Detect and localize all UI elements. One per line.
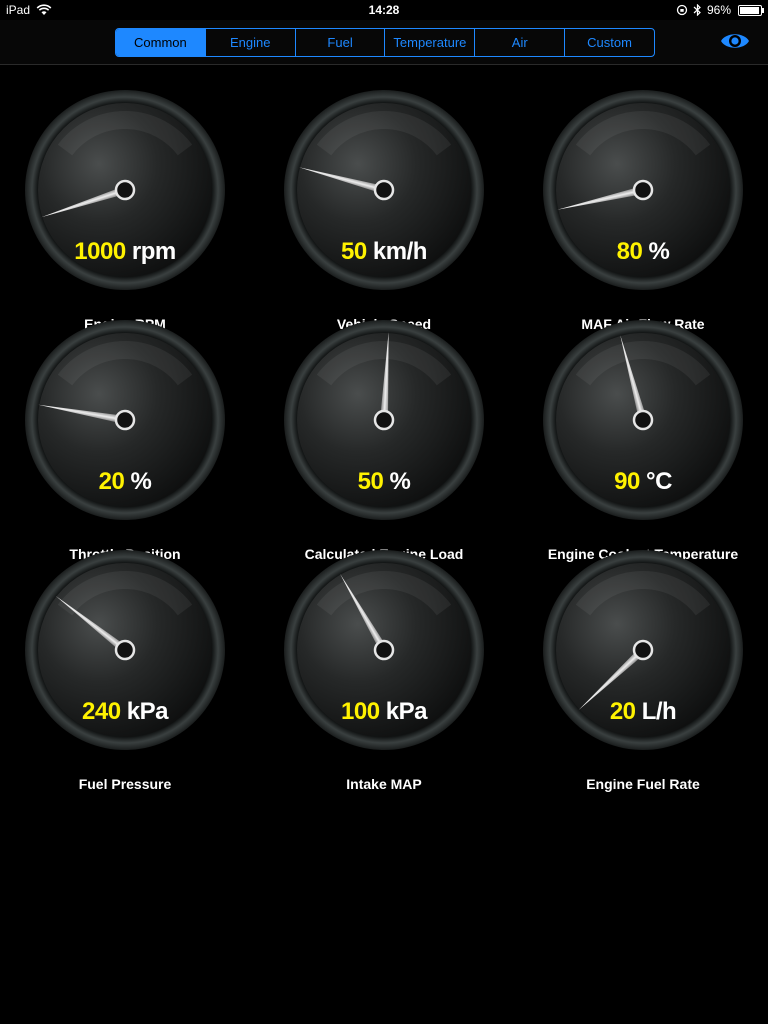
gauge-unit: % bbox=[648, 238, 670, 265]
bluetooth-icon bbox=[693, 4, 701, 16]
gauge-maf-air-flow-rate[interactable]: 80 %MAF Air Flow Rate bbox=[533, 90, 753, 332]
gauge-readout: 20 L/h bbox=[533, 698, 753, 726]
gauge-value: 1000 bbox=[74, 238, 126, 265]
status-right: 96% bbox=[676, 3, 764, 17]
gauge-unit: °C bbox=[645, 468, 672, 495]
gauge-readout: 50 % bbox=[274, 468, 494, 496]
gauge-readout: 50 km/h bbox=[274, 238, 494, 266]
gauge-hub bbox=[373, 639, 395, 661]
gauge-unit: kPa bbox=[126, 698, 169, 725]
eye-icon[interactable] bbox=[720, 30, 750, 52]
gauge-hub bbox=[114, 639, 136, 661]
gauge-hub bbox=[632, 179, 654, 201]
gauge-unit: % bbox=[130, 468, 152, 495]
gauge-readout: 80 % bbox=[533, 238, 753, 266]
gauge-engine-rpm[interactable]: 1000 rpmEngine RPM bbox=[15, 90, 235, 332]
gauge-hub bbox=[373, 409, 395, 431]
tab-engine[interactable]: Engine bbox=[206, 29, 296, 56]
gauge-value: 240 bbox=[82, 698, 121, 725]
gauge-unit: km/h bbox=[372, 238, 428, 265]
gauge-readout: 100 kPa bbox=[274, 698, 494, 726]
gauge-hub bbox=[114, 409, 136, 431]
gauge-value: 80 bbox=[616, 238, 643, 265]
gauge-throttle-position[interactable]: 20 %Throttle Position bbox=[15, 320, 235, 562]
gauge-value: 20 bbox=[609, 698, 636, 725]
gauge-hub bbox=[632, 409, 654, 431]
tab-air[interactable]: Air bbox=[475, 29, 566, 56]
gauge-unit: % bbox=[389, 468, 411, 495]
gauge-label: Engine Fuel Rate bbox=[586, 776, 700, 792]
gauge-label: Fuel Pressure bbox=[78, 776, 172, 792]
gauge-unit: kPa bbox=[385, 698, 428, 725]
rotation-lock-icon bbox=[676, 4, 688, 16]
battery-percent: 96% bbox=[706, 3, 731, 17]
gauge-readout: 240 kPa bbox=[15, 698, 235, 726]
gauge-value: 50 bbox=[357, 468, 384, 495]
tab-custom[interactable]: Custom bbox=[565, 29, 654, 56]
gauge-value: 100 bbox=[341, 698, 380, 725]
battery-icon bbox=[738, 4, 764, 16]
gauge-engine-fuel-rate[interactable]: 20 L/h Engine Fuel Rate bbox=[533, 550, 753, 792]
gauge-value: 50 bbox=[341, 238, 367, 265]
tab-common[interactable]: Common bbox=[116, 29, 206, 56]
gauge-hub bbox=[373, 179, 395, 201]
gauge-value: 20 bbox=[98, 468, 125, 495]
gauge-hub bbox=[114, 179, 136, 201]
gauge-hub bbox=[632, 639, 654, 661]
gauge-engine-coolant-temperature[interactable]: 90 °CEngine Coolant Temperature bbox=[533, 320, 753, 562]
gauge-value: 90 bbox=[614, 468, 640, 495]
status-bar: iPad 14:28 96% bbox=[0, 0, 768, 20]
gauge-readout: 1000 rpm bbox=[15, 238, 235, 266]
gauge-vehicle-speed[interactable]: 50 km/hVehicle Speed bbox=[274, 90, 494, 332]
battery-fill bbox=[740, 6, 760, 14]
gauge-readout: 20 % bbox=[15, 468, 235, 496]
gauge-label: Intake MAP bbox=[346, 776, 422, 792]
gauge-calculated-engine-load[interactable]: 50 %Calculated Engine Load bbox=[274, 320, 494, 562]
category-segmented-control: Common Engine Fuel Temperature Air Custom bbox=[115, 28, 655, 57]
gauge-intake-map[interactable]: 100 kPa Intake MAP bbox=[274, 550, 494, 792]
gauge-fuel-pressure[interactable]: 240 kPa Fuel Pressure bbox=[15, 550, 235, 792]
navigation-bar: Common Engine Fuel Temperature Air Custom bbox=[0, 20, 768, 65]
status-time: 14:28 bbox=[368, 3, 400, 17]
tab-fuel[interactable]: Fuel bbox=[296, 29, 386, 56]
gauge-readout: 90 °C bbox=[533, 468, 753, 496]
gauge-unit: rpm bbox=[131, 238, 176, 265]
tab-temperature[interactable]: Temperature bbox=[385, 29, 476, 56]
gauge-unit: L/h bbox=[641, 698, 677, 725]
